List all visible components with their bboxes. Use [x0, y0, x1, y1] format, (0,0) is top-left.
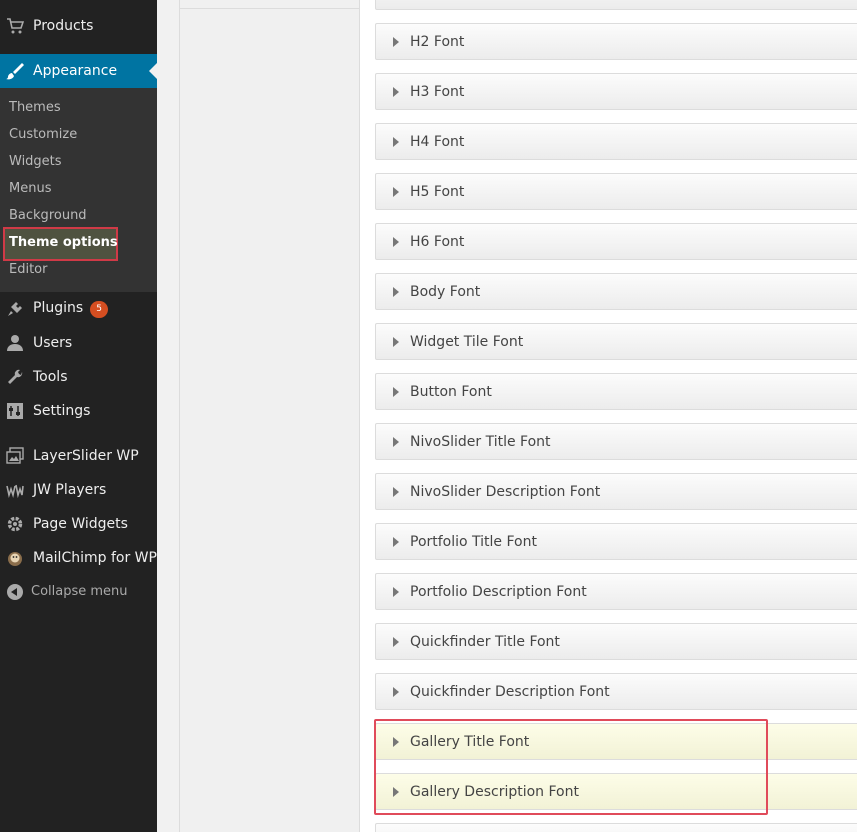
expand-arrow-icon	[393, 87, 399, 97]
submenu-widgets[interactable]: Widgets	[9, 154, 62, 169]
section-label: H6 Font	[410, 234, 465, 250]
expand-arrow-icon	[393, 587, 399, 597]
expand-arrow-icon	[393, 537, 399, 547]
menu-mailchimp-label: MailChimp for WP	[33, 550, 157, 566]
section-label: Portfolio Title Font	[410, 534, 537, 550]
images-icon	[5, 446, 25, 466]
section-label: Portfolio Description Font	[410, 584, 587, 600]
section-label: H5 Font	[410, 184, 465, 200]
appearance-submenu: Themes Customize Widgets Menus Backgroun…	[0, 88, 157, 292]
mailchimp-icon	[5, 548, 25, 568]
menu-mailchimp[interactable]: MailChimp for WP	[0, 541, 157, 575]
menu-jwplayers[interactable]: JW Players	[0, 473, 157, 507]
cart-icon	[5, 16, 25, 36]
section-portfolio-description-font[interactable]: Portfolio Description Font	[375, 573, 857, 610]
menu-settings[interactable]: Settings	[0, 394, 157, 428]
menu-page-widgets-label: Page Widgets	[33, 516, 128, 532]
section-body-font[interactable]: Body Font	[375, 273, 857, 310]
expand-arrow-icon	[393, 637, 399, 647]
menu-products-label: Products	[33, 18, 94, 34]
section-portfolio-title-font[interactable]: Portfolio Title Font	[375, 523, 857, 560]
submenu-editor[interactable]: Editor	[9, 262, 47, 277]
menu-users[interactable]: Users	[0, 326, 157, 360]
menu-appearance[interactable]: Appearance	[0, 54, 157, 88]
gear-icon	[5, 514, 25, 534]
section-h4-font[interactable]: H4 Font	[375, 123, 857, 160]
submenu-menus[interactable]: Menus	[9, 181, 51, 196]
gallery-fonts-highlight	[374, 719, 768, 815]
menu-tools[interactable]: Tools	[0, 360, 157, 394]
expand-arrow-icon	[393, 387, 399, 397]
plug-icon	[5, 299, 25, 319]
section-nivoslider-title-font[interactable]: NivoSlider Title Font	[375, 423, 857, 460]
menu-plugins-label: Plugins	[33, 300, 84, 316]
expand-arrow-icon	[393, 137, 399, 147]
expand-arrow-icon	[393, 437, 399, 447]
submenu-theme-options[interactable]: Theme options	[9, 235, 118, 250]
wrench-icon	[5, 367, 25, 387]
section-label: H3 Font	[410, 84, 465, 100]
menu-appearance-label: Appearance	[33, 63, 118, 79]
section-label: Body Font	[410, 284, 481, 300]
section-label: NivoSlider Description Font	[410, 484, 601, 500]
submenu-customize[interactable]: Customize	[9, 127, 77, 142]
expand-arrow-icon	[393, 187, 399, 197]
collapse-menu-label: Collapse menu	[31, 584, 128, 599]
settings-sliders-icon	[5, 401, 25, 421]
section-h3-font[interactable]: H3 Font	[375, 73, 857, 110]
section-label: Button Font	[410, 384, 492, 400]
user-icon	[5, 333, 25, 353]
jw-player-icon	[5, 480, 25, 500]
divider	[180, 8, 359, 9]
section-button-font[interactable]: Button Font	[375, 373, 857, 410]
menu-settings-label: Settings	[33, 403, 91, 419]
expand-arrow-icon	[393, 237, 399, 247]
section-quickfinder-description-font[interactable]: Quickfinder Description Font	[375, 673, 857, 710]
menu-jwplayers-label: JW Players	[33, 482, 107, 498]
menu-plugins[interactable]: Plugins 5	[0, 292, 157, 326]
menu-page-widgets[interactable]: Page Widgets	[0, 507, 157, 541]
expand-arrow-icon	[393, 337, 399, 347]
paintbrush-icon	[5, 61, 25, 81]
section-h6-font[interactable]: H6 Font	[375, 223, 857, 260]
section-row-partial[interactable]	[375, 0, 857, 10]
section-label: Quickfinder Description Font	[410, 684, 610, 700]
section-label: NivoSlider Title Font	[410, 434, 551, 450]
expand-arrow-icon	[393, 687, 399, 697]
submenu-themes[interactable]: Themes	[9, 100, 61, 115]
expand-arrow-icon	[393, 37, 399, 47]
section-h5-font[interactable]: H5 Font	[375, 173, 857, 210]
section-row-partial-bottom[interactable]	[375, 823, 857, 832]
section-label: H4 Font	[410, 134, 465, 150]
section-label: Widget Tile Font	[410, 334, 524, 350]
section-label: H2 Font	[410, 34, 465, 50]
menu-layerslider[interactable]: LayerSlider WP	[0, 439, 157, 473]
collapse-arrow-icon	[7, 584, 23, 600]
menu-users-label: Users	[33, 335, 73, 351]
submenu-background[interactable]: Background	[9, 208, 87, 223]
section-widget-tile-font[interactable]: Widget Tile Font	[375, 323, 857, 360]
section-label: Quickfinder Title Font	[410, 634, 560, 650]
menu-layerslider-label: LayerSlider WP	[33, 448, 139, 464]
section-quickfinder-title-font[interactable]: Quickfinder Title Font	[375, 623, 857, 660]
plugins-update-badge: 5	[90, 301, 109, 318]
expand-arrow-icon	[393, 487, 399, 497]
menu-tools-label: Tools	[33, 369, 68, 385]
expand-arrow-icon	[393, 287, 399, 297]
menu-products[interactable]: Products	[0, 9, 157, 43]
section-h2-font[interactable]: H2 Font	[375, 23, 857, 60]
customizer-left-column	[179, 0, 360, 832]
section-nivoslider-description-font[interactable]: NivoSlider Description Font	[375, 473, 857, 510]
collapse-menu[interactable]: Collapse menu	[0, 581, 157, 603]
admin-sidebar: Products Appearance Themes Customize Wid…	[0, 0, 157, 832]
